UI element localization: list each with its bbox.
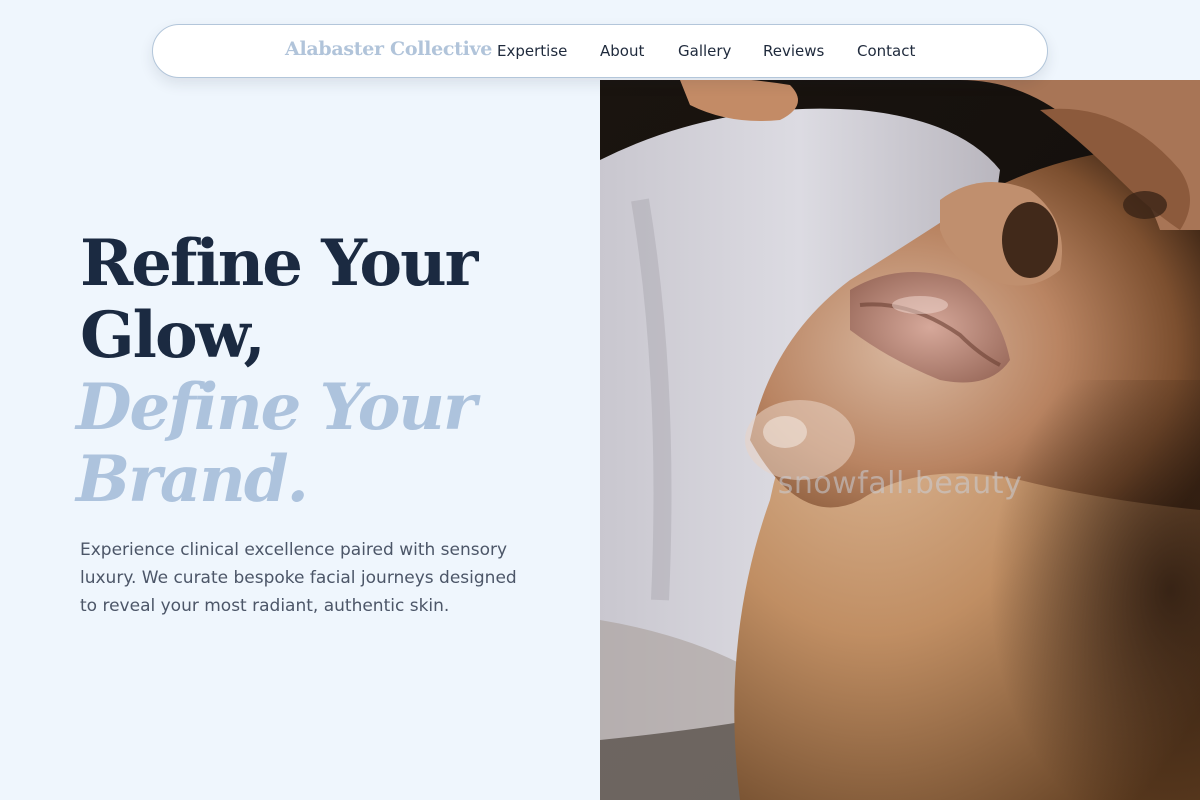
image-watermark: snowfall.beauty <box>777 466 1023 501</box>
nav-link-contact[interactable]: Contact <box>857 42 915 60</box>
hero-heading: Refine Your Glow, Define Your Brand. <box>76 226 580 516</box>
nav-link-reviews[interactable]: Reviews <box>763 42 824 60</box>
hero-accent-line-1: Define Your <box>76 370 477 445</box>
nav-link-about[interactable]: About <box>600 42 644 60</box>
nav-link-gallery[interactable]: Gallery <box>678 42 731 60</box>
nav-link-expertise[interactable]: Expertise <box>497 42 567 60</box>
hero-description: Experience clinical excellence paired wi… <box>80 540 517 616</box>
brand-logo[interactable]: Alabaster Collective <box>285 38 492 60</box>
top-navigation: Alabaster Collective Expertise About Gal… <box>152 24 1048 78</box>
hero-photo-illustration <box>600 80 1200 800</box>
hero-image: snowfall.beauty <box>600 80 1200 800</box>
landing-page: Alabaster Collective Expertise About Gal… <box>0 0 1200 800</box>
hero-accent-line-2: Brand. <box>76 442 309 517</box>
hero-heading-line-2: Glow, <box>80 298 266 373</box>
hero-heading-line-1: Refine Your <box>80 226 478 301</box>
